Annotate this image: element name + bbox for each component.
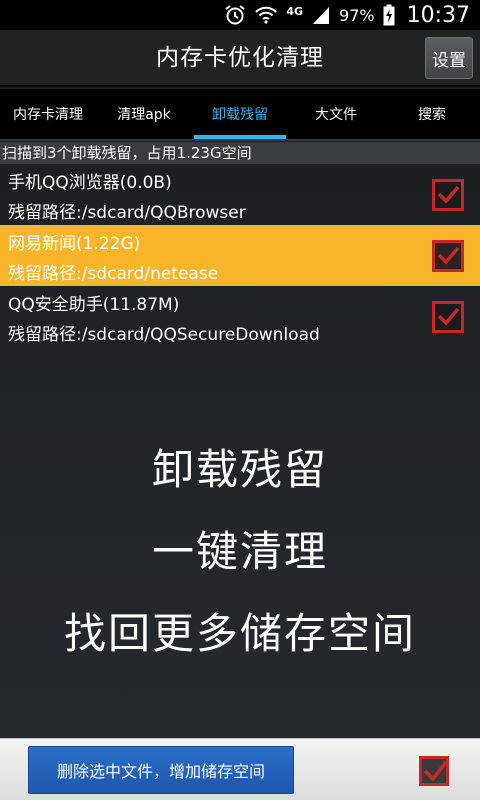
status-bar: 4G 97% 10:37: [0, 0, 480, 30]
tab-large-files[interactable]: 大文件: [288, 89, 384, 139]
tab-sdcard-clean[interactable]: 内存卡清理: [0, 89, 96, 139]
network-type: 4G: [286, 4, 304, 18]
item-checkbox[interactable]: [432, 179, 464, 211]
item-checkbox[interactable]: [432, 240, 464, 272]
battery-percent: 97%: [339, 5, 375, 25]
bottom-action-bar: 删除选中文件，增加储存空间: [0, 738, 480, 800]
item-checkbox[interactable]: [432, 301, 464, 333]
item-name: 手机QQ浏览器(0.0B): [8, 173, 172, 193]
item-path: 残留路径:/sdcard/netease: [8, 264, 219, 284]
list-item[interactable]: QQ安全助手(11.87M) 残留路径:/sdcard/QQSecureDown…: [0, 286, 480, 347]
tab-divider: [0, 139, 480, 141]
promo-banner: 卸载残留 一键清理 找回更多储存空间: [0, 430, 480, 676]
list-item[interactable]: 手机QQ浏览器(0.0B) 残留路径:/sdcard/QQBrowser: [0, 164, 480, 225]
item-path: 残留路径:/sdcard/QQSecureDownload: [8, 325, 320, 345]
scan-summary: 扫描到3个卸载残留，占用1.23G空间: [0, 142, 480, 164]
delete-selected-button[interactable]: 删除选中文件，增加储存空间: [28, 746, 294, 794]
promo-line-1: 卸载残留: [151, 445, 328, 494]
app-root: 4G 97% 10:37 内存卡优化清理 设置 内存卡清理 清理apk 卸载残留…: [0, 0, 480, 800]
item-name: QQ安全助手(11.87M): [8, 295, 180, 315]
alarm-icon: [224, 4, 246, 26]
item-path: 残留路径:/sdcard/QQBrowser: [8, 203, 246, 223]
list-item[interactable]: 网易新闻(1.22G) 残留路径:/sdcard/netease: [0, 225, 480, 286]
select-all-checkbox[interactable]: [419, 756, 449, 786]
tab-bar: 内存卡清理 清理apk 卸载残留 大文件 搜索: [0, 89, 480, 139]
tab-search[interactable]: 搜索: [384, 89, 480, 139]
page-title: 内存卡优化清理: [156, 45, 324, 71]
battery-charging-icon: [383, 4, 395, 26]
settings-button[interactable]: 设置: [425, 37, 473, 79]
tab-clean-apk[interactable]: 清理apk: [96, 89, 192, 139]
title-bar: 内存卡优化清理 设置: [0, 30, 480, 87]
tab-uninstall-residue[interactable]: 卸载残留: [192, 89, 288, 139]
promo-line-3: 找回更多储存空间: [63, 609, 416, 658]
item-name: 网易新闻(1.22G): [8, 234, 141, 254]
wifi-icon: [254, 5, 278, 25]
promo-line-2: 一键清理: [151, 527, 328, 576]
signal-icon: [311, 5, 331, 25]
clock: 10:37: [406, 2, 470, 28]
residue-list: 手机QQ浏览器(0.0B) 残留路径:/sdcard/QQBrowser 网易新…: [0, 164, 480, 347]
